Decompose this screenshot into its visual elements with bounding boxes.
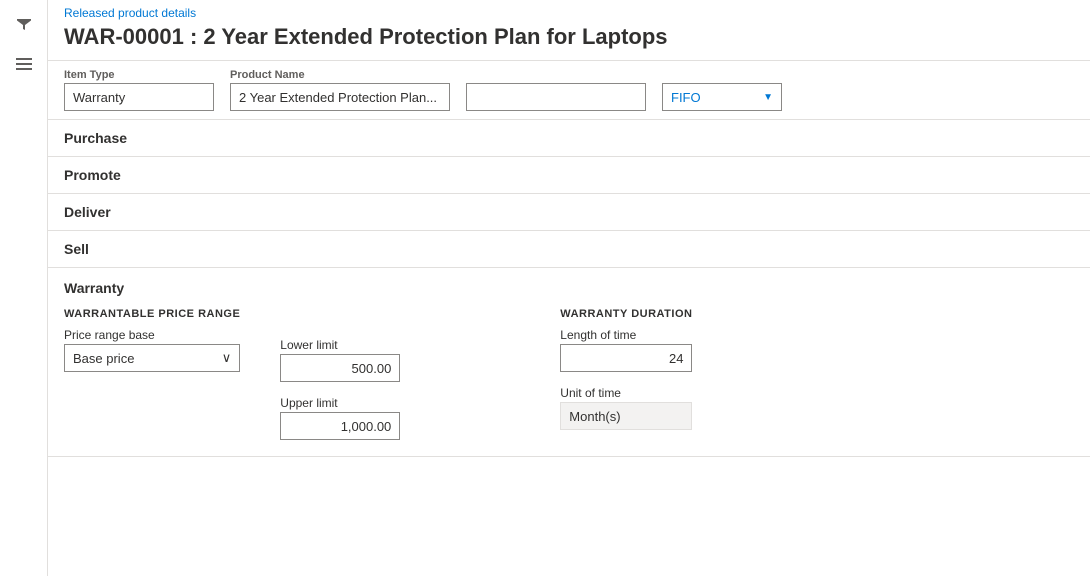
price-range-base-value: Base price: [73, 351, 134, 366]
item-type-label: Item type: [64, 69, 214, 81]
length-of-time-label: Length of time: [560, 328, 692, 342]
warranty-section: Warranty WARRANTABLE PRICE RANGE Price r…: [48, 268, 1090, 457]
price-range-block-title: WARRANTABLE PRICE RANGE: [64, 308, 240, 320]
duration-block-title: WARRANTY DURATION: [560, 308, 692, 320]
breadcrumb[interactable]: Released product details: [48, 0, 1090, 22]
unit-of-time-group: Unit of time Month(s): [560, 386, 692, 430]
upper-limit-input[interactable]: 1,000.00: [280, 412, 400, 440]
warranty-content: WARRANTABLE PRICE RANGE Price range base…: [64, 308, 1074, 440]
cost-method-field: FIFO ▼: [662, 69, 782, 111]
item-type-field: Item type Warranty: [64, 69, 214, 111]
empty-field-box: [466, 83, 646, 111]
price-range-base-chevron: ∨: [222, 350, 232, 366]
sidebar: [0, 0, 48, 576]
cost-method-value: FIFO: [671, 90, 701, 105]
length-of-time-group: Length of time 24: [560, 328, 692, 372]
sell-section[interactable]: Sell: [48, 231, 1090, 268]
unit-of-time-value: Month(s): [560, 402, 692, 430]
page-title: WAR-00001 : 2 Year Extended Protection P…: [48, 22, 1090, 60]
upper-limit-group: Upper limit 1,000.00: [280, 396, 400, 440]
empty-field: [466, 69, 646, 111]
promote-section[interactable]: Promote: [48, 157, 1090, 194]
lower-limit-group: Lower limit 500.00: [280, 338, 400, 382]
length-of-time-input[interactable]: 24: [560, 344, 692, 372]
limits-block: Lower limit 500.00 Upper limit 1,000.00: [280, 308, 400, 440]
content-area: Item type Warranty Product name 2 Year E…: [48, 60, 1090, 576]
chevron-down-icon: ▼: [763, 92, 773, 103]
warrantable-price-range-block: WARRANTABLE PRICE RANGE Price range base…: [64, 308, 240, 372]
menu-icon[interactable]: [8, 48, 40, 80]
deliver-section[interactable]: Deliver: [48, 194, 1090, 231]
purchase-section[interactable]: Purchase: [48, 120, 1090, 157]
main-content: Released product details WAR-00001 : 2 Y…: [48, 0, 1090, 576]
price-range-base-group: Price range base Base price ∨: [64, 328, 240, 372]
product-name-field: Product name 2 Year Extended Protection …: [230, 69, 450, 111]
warranty-duration-block: WARRANTY DURATION Length of time 24 Unit…: [560, 308, 692, 430]
price-range-base-select[interactable]: Base price ∨: [64, 344, 240, 372]
cost-method-dropdown[interactable]: FIFO ▼: [662, 83, 782, 111]
upper-limit-label: Upper limit: [280, 396, 400, 410]
warranty-section-title: Warranty: [64, 280, 1074, 296]
filter-icon[interactable]: [8, 8, 40, 40]
unit-of-time-label: Unit of time: [560, 386, 692, 400]
product-name-label: Product name: [230, 69, 450, 81]
lower-limit-label: Lower limit: [280, 338, 400, 352]
lower-limit-input[interactable]: 500.00: [280, 354, 400, 382]
product-name-value: 2 Year Extended Protection Plan...: [230, 83, 450, 111]
top-fields-row: Item type Warranty Product name 2 Year E…: [48, 61, 1090, 120]
price-range-base-label: Price range base: [64, 328, 240, 342]
item-type-value: Warranty: [64, 83, 214, 111]
